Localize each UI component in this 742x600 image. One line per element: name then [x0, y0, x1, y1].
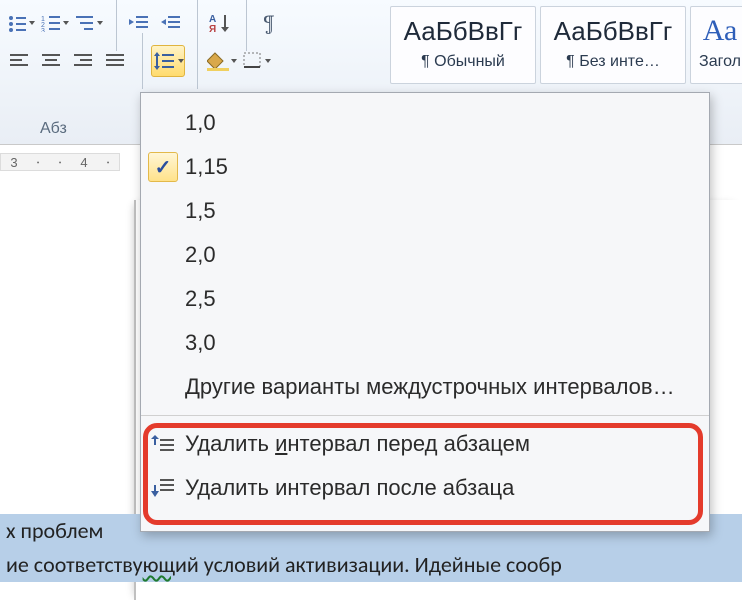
dropdown-arrow-icon	[63, 21, 69, 25]
dropdown-arrow-icon	[265, 59, 271, 63]
separator	[142, 33, 143, 89]
line-spacing-button[interactable]	[151, 45, 185, 77]
dropdown-arrow-icon	[231, 59, 237, 63]
style-tile-no-spacing[interactable]: АаБбВвГг ¶ Без инте…	[540, 6, 686, 84]
remove-space-after-paragraph[interactable]: Удалить интервал после абзаца	[141, 466, 709, 510]
spacing-options-more[interactable]: Другие варианты междустрочных интервалов…	[141, 365, 709, 409]
text-run: ий условий активизации. Идейные сообр	[175, 551, 562, 578]
bullets-button[interactable]	[6, 7, 36, 39]
text-run: ие соответству	[6, 551, 143, 578]
menu-label: 3,0	[185, 330, 216, 356]
menu-label: Другие варианты междустрочных интервалов…	[185, 374, 675, 400]
pilcrow-icon: ¶	[263, 10, 276, 36]
borders-button[interactable]	[242, 45, 272, 77]
ribbon-group-label: Абз	[40, 120, 67, 138]
menu-label: 2,5	[185, 286, 216, 312]
spacing-option-1.5[interactable]: 1,5	[141, 189, 709, 233]
dropdown-arrow-icon	[29, 21, 35, 25]
dropdown-arrow-icon	[97, 21, 103, 25]
align-left-button[interactable]	[6, 45, 34, 77]
svg-text:Я: Я	[209, 24, 216, 33]
remove-space-before-paragraph[interactable]: Удалить интервал перед абзацем	[141, 422, 709, 466]
check-icon: ✓	[148, 152, 178, 182]
dropdown-arrow-icon	[178, 59, 184, 63]
separator	[116, 0, 117, 51]
style-caption: ¶ Без инте…	[543, 53, 683, 71]
spacing-option-3.0[interactable]: 3,0	[141, 321, 709, 365]
multilevel-list-button[interactable]	[74, 7, 104, 39]
spacing-option-1.15[interactable]: ✓ 1,15	[141, 145, 709, 189]
align-center-button[interactable]	[38, 45, 66, 77]
line-spacing-menu: 1,0 ✓ 1,15 1,5 2,0 2,5 3,0 Другие вариан…	[140, 92, 710, 532]
menu-label: 1,5	[185, 198, 216, 224]
separator	[197, 33, 198, 89]
spacing-option-2.0[interactable]: 2,0	[141, 233, 709, 277]
menu-label: Удалить интервал перед абзацем	[185, 431, 530, 457]
menu-label: 1,15	[185, 154, 228, 180]
style-caption: ¶ Обычный	[393, 53, 533, 71]
spelling-error-run: ющ	[143, 551, 175, 578]
style-caption: Загол	[693, 53, 742, 71]
increase-indent-button[interactable]	[157, 7, 185, 39]
spacing-option-1.0[interactable]: 1,0	[141, 101, 709, 145]
show-hide-pilcrow-button[interactable]: ¶	[255, 7, 283, 39]
menu-label: 1,0	[185, 110, 216, 136]
decrease-indent-button[interactable]	[125, 7, 153, 39]
menu-divider	[141, 415, 709, 416]
text-run: х проблем	[6, 517, 103, 544]
style-tile-normal[interactable]: АаБбВвГг ¶ Обычный	[390, 6, 536, 84]
svg-text:3: 3	[41, 28, 45, 32]
style-sample: АаБбВвГг	[554, 13, 673, 51]
sort-button[interactable]: АЯ	[206, 7, 234, 39]
remove-space-after-icon	[141, 477, 185, 499]
ruler-mark: 4	[80, 155, 87, 170]
style-tile-heading[interactable]: Аа Загол	[690, 6, 742, 84]
remove-space-before-icon	[141, 433, 185, 455]
menu-label: 2,0	[185, 242, 216, 268]
style-sample: АаБбВвГг	[404, 13, 523, 51]
menu-label: Удалить интервал после абзаца	[185, 475, 514, 501]
align-justify-button[interactable]	[102, 45, 130, 77]
style-sample: Аа	[703, 13, 738, 51]
numbering-button[interactable]: 123	[40, 7, 70, 39]
ruler-mark: 3	[10, 155, 17, 170]
separator	[246, 0, 247, 51]
doc-line: ие соответствующий условий активизации. …	[0, 548, 742, 582]
align-right-button[interactable]	[70, 45, 98, 77]
spacing-option-2.5[interactable]: 2,5	[141, 277, 709, 321]
ruler-strip: 3 ꞏ ꞏ 4 ꞏ	[0, 153, 120, 171]
shading-button[interactable]	[206, 45, 238, 77]
